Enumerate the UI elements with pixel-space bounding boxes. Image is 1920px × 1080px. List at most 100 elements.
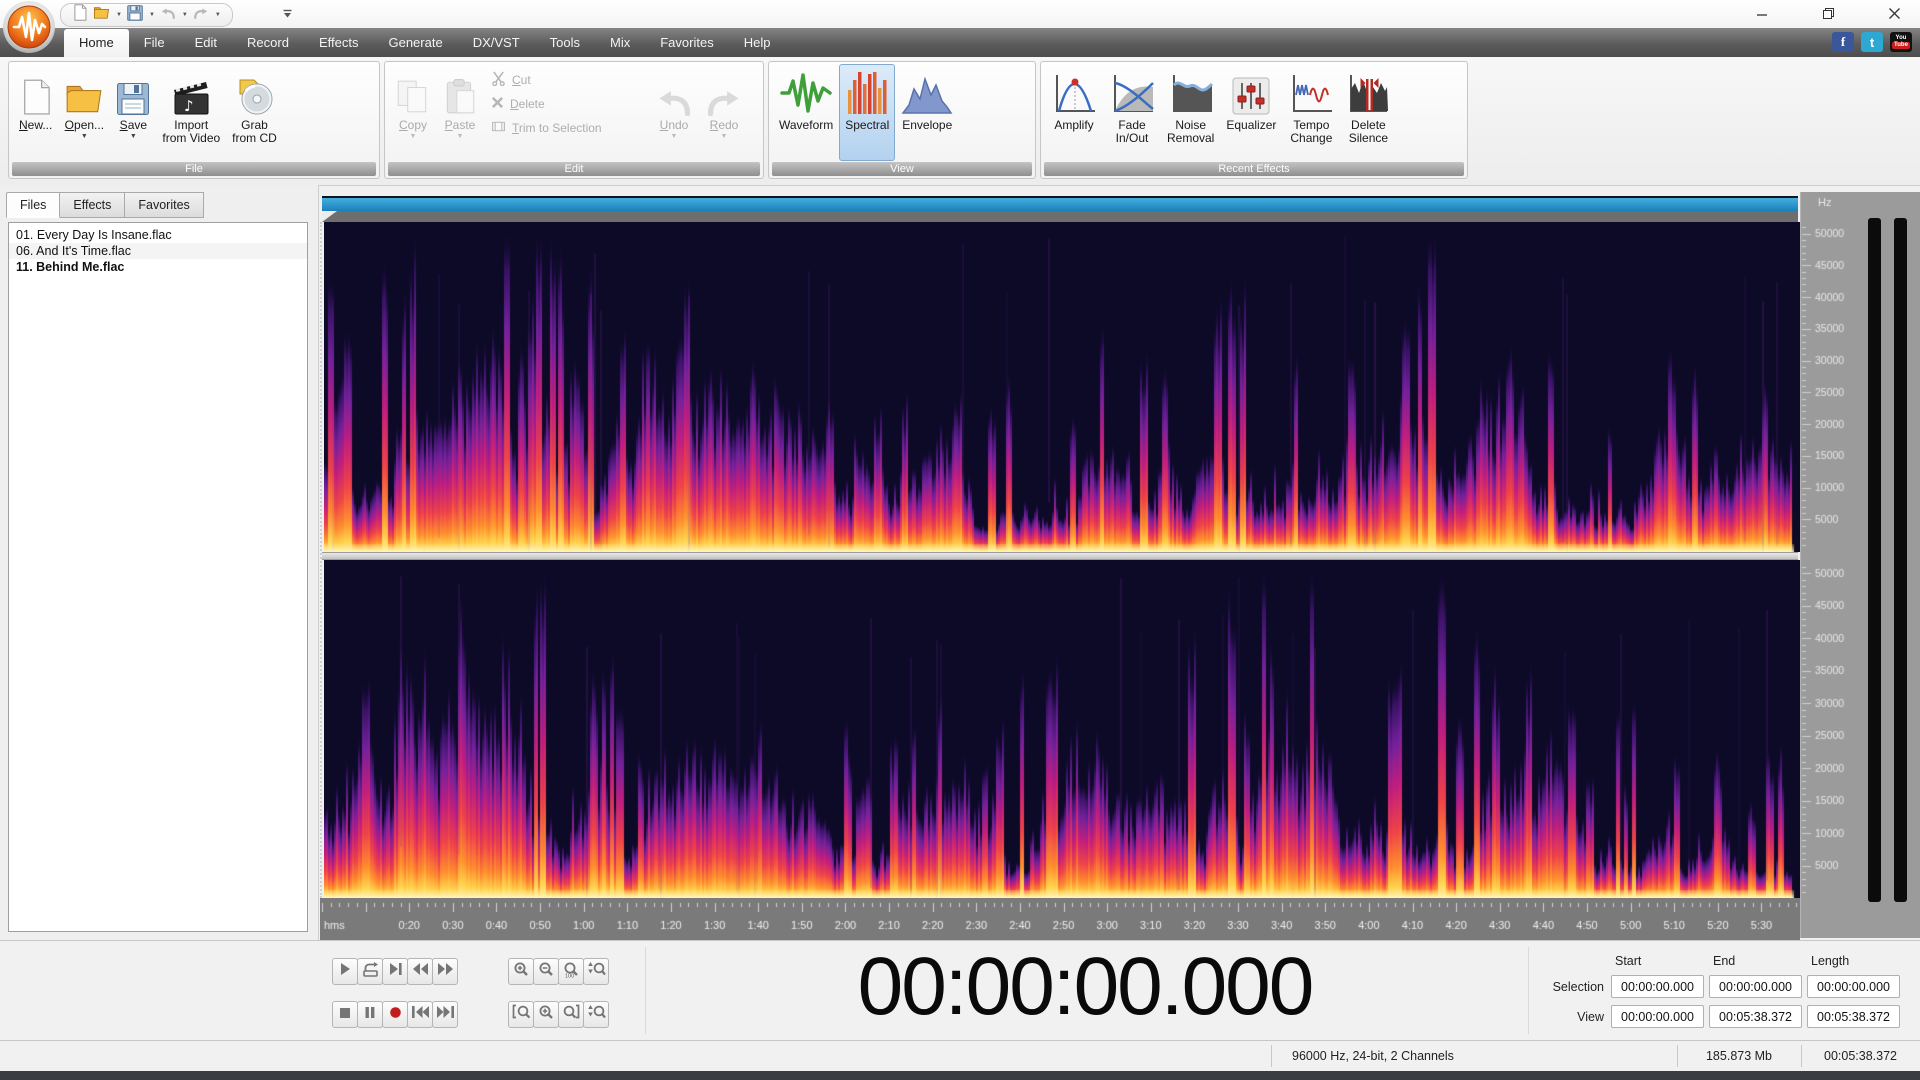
tab-file[interactable]: File (129, 28, 180, 57)
record-icon (389, 1006, 402, 1024)
fade-in-out-button[interactable]: Fade In/Out (1103, 64, 1161, 161)
zoom-selection-end-button[interactable] (558, 1001, 584, 1028)
envelope-button[interactable]: Envelope (895, 64, 959, 161)
spectrogram-channel-right[interactable] (324, 560, 1800, 898)
envelope-label: Envelope (902, 118, 953, 132)
zoom-vertical-button[interactable] (583, 958, 609, 985)
amplify-icon (1051, 68, 1097, 116)
open-file-button[interactable] (91, 5, 112, 25)
zoom-100-button[interactable]: 100 (558, 958, 584, 985)
zoom-vertical-alt-button[interactable] (583, 1001, 609, 1028)
maximize-icon[interactable] (1808, 2, 1848, 24)
dropdown-caret-icon[interactable]: ▼ (457, 133, 464, 140)
tab-home[interactable]: Home (64, 29, 129, 57)
selection-start-field[interactable]: 00:00:00.000 (1611, 975, 1704, 998)
loop-button[interactable] (357, 958, 383, 985)
amplify-label: Amplify (1054, 118, 1094, 132)
file-item[interactable]: 01. Every Day Is Insane.flac (9, 227, 307, 243)
fast-forward-button[interactable] (432, 958, 458, 985)
zoom-100-icon: 100 (561, 961, 581, 983)
redo-button[interactable]: Redo ▼ (699, 64, 749, 161)
tab-record[interactable]: Record (232, 28, 304, 57)
record-button[interactable] (382, 1001, 408, 1028)
tempo-change-button[interactable]: Tempo Change (1282, 64, 1340, 161)
tab-generate[interactable]: Generate (373, 28, 457, 57)
minimize-icon[interactable] (1742, 2, 1782, 24)
new-file-button[interactable] (71, 4, 89, 25)
app-logo-menu-button[interactable] (2, 0, 56, 54)
redo-button[interactable] (191, 5, 211, 25)
dropdown-caret-icon[interactable]: ▼ (81, 133, 88, 140)
new-button[interactable]: New... (13, 64, 58, 161)
play-to-end-icon (388, 962, 403, 981)
time-ruler[interactable] (320, 898, 1800, 940)
dropdown-caret-icon[interactable]: ▼ (721, 133, 728, 140)
facebook-icon[interactable]: f (1832, 32, 1854, 52)
undo-button[interactable] (158, 5, 178, 25)
qat-undo-icon (160, 6, 176, 24)
delete-button[interactable]: Delete (491, 94, 641, 114)
undo-button[interactable]: Undo ▼ (649, 64, 699, 161)
tab-help[interactable]: Help (729, 28, 786, 57)
ribbon-group-recent-effects: Amplify Fade In/Out Noise Removal Equalizer Te… (1040, 61, 1468, 179)
dropdown-caret-icon[interactable]: ▼ (149, 12, 155, 18)
save-file-button[interactable] (125, 4, 145, 25)
delete-silence-button[interactable]: Delete Silence (1340, 64, 1396, 161)
zoom-in-button[interactable] (508, 958, 534, 985)
twitter-icon[interactable]: t (1861, 32, 1883, 52)
side-tab-files[interactable]: Files (6, 192, 61, 218)
paste-button[interactable]: Paste ▼ (437, 64, 483, 161)
go-to-end-button[interactable] (432, 1001, 458, 1028)
side-tab-effects[interactable]: Effects (60, 192, 126, 218)
play-icon (338, 962, 352, 981)
file-item[interactable]: 11. Behind Me.flac (9, 259, 307, 275)
selection-length-field[interactable]: 00:00:00.000 (1807, 975, 1900, 998)
spectrogram-channel-left[interactable] (324, 222, 1800, 552)
amplify-button[interactable]: Amplify (1045, 64, 1103, 161)
equalizer-button[interactable]: Equalizer (1220, 64, 1282, 161)
open-button[interactable]: Open... ▼ (58, 64, 110, 161)
zoom-selection-start-button[interactable] (508, 1001, 534, 1028)
tab-dx-vst[interactable]: DX/VST (458, 28, 535, 57)
zoom-out-button[interactable] (533, 958, 559, 985)
play-to-end-button[interactable] (382, 958, 408, 985)
noise-removal-button[interactable]: Noise Removal (1161, 64, 1220, 161)
pause-button[interactable] (357, 1001, 383, 1028)
file-item[interactable]: 06. And It's Time.flac (9, 243, 307, 259)
dropdown-caret-icon[interactable]: ▼ (182, 12, 188, 18)
close-icon[interactable] (1874, 2, 1914, 24)
import-from-video-button[interactable]: ♪ Import from Video (156, 64, 226, 161)
dropdown-caret-icon[interactable]: ▼ (671, 133, 678, 140)
save-button[interactable]: Save ▼ (110, 64, 156, 161)
tab-edit[interactable]: Edit (180, 28, 232, 57)
grab-from-cd-button[interactable]: Grab from CD (226, 64, 283, 161)
rewind-button[interactable] (407, 958, 433, 985)
view-start-field[interactable]: 00:00:00.000 (1611, 1005, 1704, 1028)
tab-effects[interactable]: Effects (304, 28, 374, 57)
dropdown-caret-icon[interactable]: ▼ (215, 12, 221, 18)
trim-to-selection-button[interactable]: Trim to Selection (491, 118, 641, 138)
waveform-button[interactable]: Waveform (773, 64, 839, 161)
dropdown-caret-icon[interactable]: ▼ (130, 133, 137, 140)
zoom-in-alt-button[interactable] (533, 1001, 559, 1028)
playhead-marker-icon[interactable] (322, 211, 337, 222)
go-to-start-button[interactable] (407, 1001, 433, 1028)
view-end-field[interactable]: 00:05:38.372 (1709, 1005, 1802, 1028)
copy-button[interactable]: Copy ▼ (389, 64, 437, 161)
tab-tools[interactable]: Tools (535, 28, 595, 57)
play-button[interactable] (332, 958, 358, 985)
view-length-field[interactable]: 00:05:38.372 (1807, 1005, 1900, 1028)
selection-end-field[interactable]: 00:00:00.000 (1709, 975, 1802, 998)
youtube-icon[interactable]: You Tube (1890, 32, 1912, 52)
stop-button[interactable] (332, 1001, 358, 1028)
cut-button[interactable]: Cut (491, 70, 641, 90)
customize-toolbar-button[interactable] (282, 6, 293, 24)
side-tab-favorites[interactable]: Favorites (125, 192, 204, 218)
overview-navigation-bar[interactable] (322, 196, 1798, 211)
spectral-button[interactable]: Spectral (839, 64, 896, 161)
tab-mix[interactable]: Mix (595, 28, 645, 57)
dropdown-caret-icon[interactable]: ▼ (116, 12, 122, 18)
tab-favorites[interactable]: Favorites (645, 28, 728, 57)
playhead-strip[interactable] (322, 211, 1798, 222)
dropdown-caret-icon[interactable]: ▼ (410, 133, 417, 140)
